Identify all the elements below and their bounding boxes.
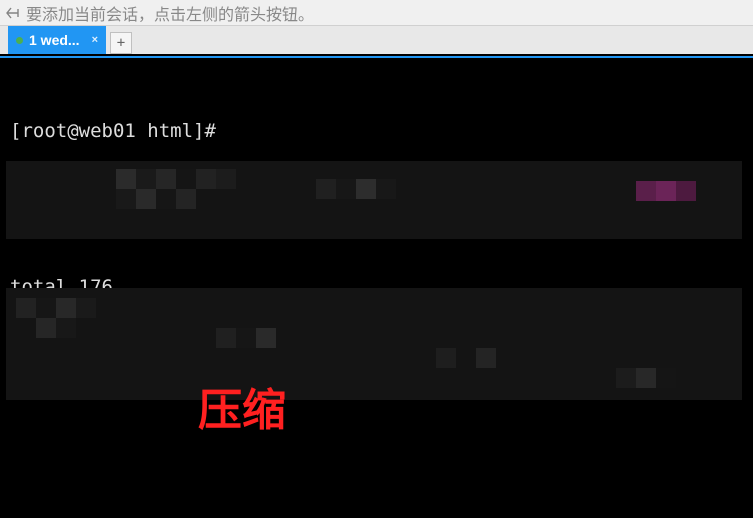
terminal-line: e.pnp [10,510,422,518]
toolbar: 要添加当前会话，点击左侧的箭头按钮。 [0,0,753,26]
status-dot-icon [16,37,23,44]
add-tab-button[interactable]: + [110,32,132,54]
annotation-compress-label: 压缩 [198,398,286,424]
arrow-left-icon[interactable] [4,4,22,22]
close-icon[interactable]: × [92,34,98,46]
session-hint-text: 要添加当前会话，点击左侧的箭头按钮。 [26,1,314,25]
tab-session-1[interactable]: 1 wed... × [8,26,106,54]
redacted-region [6,161,742,239]
tab-bar: 1 wed... × + [0,26,753,56]
plus-icon: + [117,35,125,51]
tab-label: 1 wed... [29,32,80,48]
redacted-region [6,288,742,400]
terminal-line: [root@web01 html]# [10,118,743,144]
terminal-bottom: e.pnp [root@web01 html]# unzip kaoshi.zi… [10,458,422,518]
terminal-pane[interactable]: [root@web01 html]# [root@web01 html]# ll… [0,56,753,518]
